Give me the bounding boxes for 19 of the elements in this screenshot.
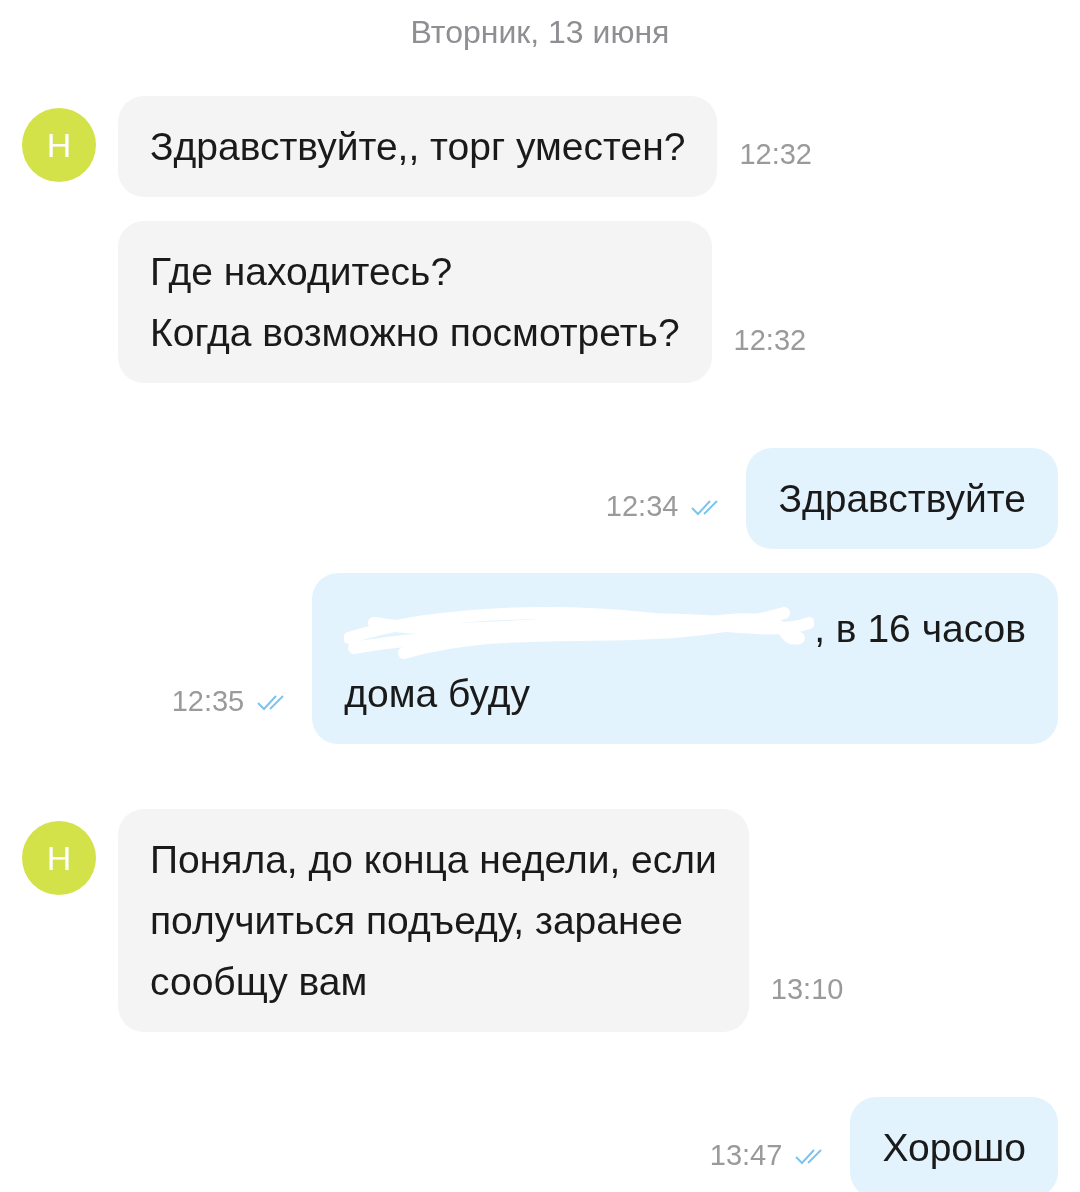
- message-text: Где находитесь?: [150, 249, 454, 295]
- message-text: , в 16 часов: [814, 605, 1026, 652]
- message-text: Здравствуйте: [778, 476, 1026, 522]
- message-time: 12:35: [171, 685, 245, 718]
- message-text: Когда возможно посмотреть?: [150, 310, 680, 356]
- message-time: 13:47: [709, 1139, 783, 1172]
- message-time: 12:32: [733, 324, 807, 357]
- date-divider: Вторник, 13 июня: [410, 13, 670, 52]
- message-text: Хорошо: [882, 1125, 1026, 1171]
- avatar[interactable]: Н: [22, 108, 96, 182]
- message-text: дома буду: [344, 671, 531, 717]
- message-text: Поняла, до конца недели, если: [150, 837, 717, 883]
- message-time: 13:10: [770, 973, 844, 1006]
- message-time: 12:32: [739, 138, 812, 171]
- message-text: получиться подъеду, заранее: [150, 898, 684, 944]
- message-time: 12:34: [605, 490, 679, 523]
- avatar[interactable]: Н: [22, 821, 96, 895]
- message-text: Здравствуйте,, торг уместен?: [150, 124, 686, 170]
- message-text: сообщу вам: [150, 959, 369, 1005]
